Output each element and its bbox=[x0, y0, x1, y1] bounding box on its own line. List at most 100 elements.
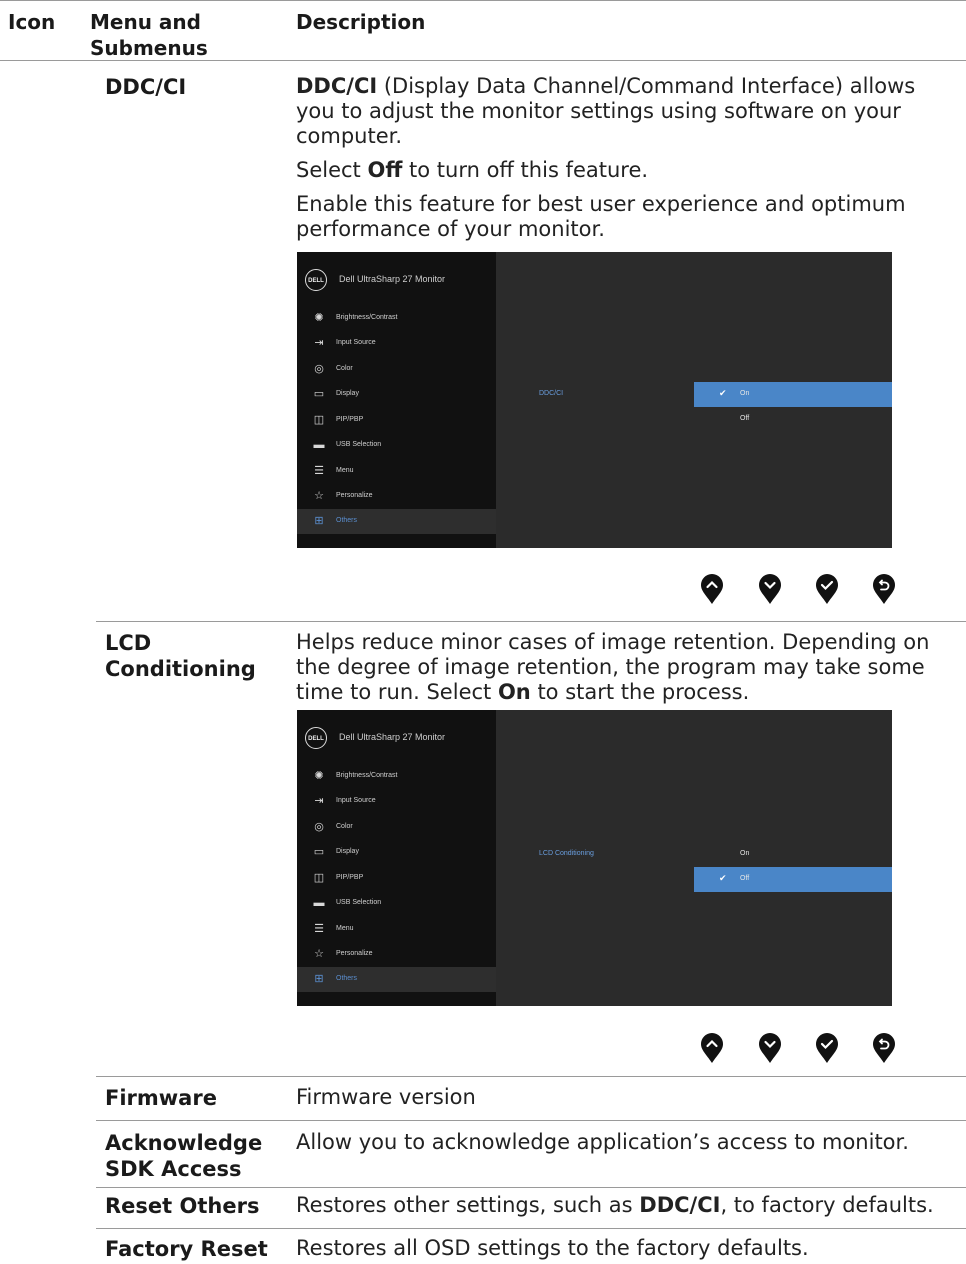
table-header: Icon Menu and Submenus Description bbox=[0, 0, 966, 60]
osd-menu-item: ☆ Personalize bbox=[297, 484, 496, 509]
down-icon bbox=[759, 574, 781, 604]
header-divider bbox=[0, 60, 966, 61]
row-divider bbox=[96, 1187, 966, 1188]
check-icon: ✔ bbox=[719, 388, 727, 398]
osd-menu-item: ☰ Menu bbox=[297, 459, 496, 484]
input-icon: ⇥ bbox=[314, 337, 324, 349]
back-button bbox=[872, 1032, 896, 1064]
check-icon bbox=[816, 574, 838, 604]
check-icon: ✔ bbox=[719, 873, 727, 883]
osd-menu-item: ▭ Display bbox=[313, 846, 359, 858]
down-button bbox=[758, 573, 782, 605]
lcd-p1-bold: On bbox=[497, 680, 531, 704]
up-button bbox=[700, 573, 724, 605]
menu-icon: ☰ bbox=[314, 923, 324, 935]
palette-icon: ◎ bbox=[314, 363, 324, 375]
lcd-osd-screenshot: DELL Dell UltraSharp 27 Monitor ✺ Brightn… bbox=[297, 710, 892, 1006]
osd-option-on: ✔ On bbox=[694, 382, 892, 407]
firmware-name: Firmware bbox=[105, 1086, 217, 1110]
pip-icon: ◫ bbox=[313, 414, 325, 426]
ok-button bbox=[815, 573, 839, 605]
display-icon: ▭ bbox=[313, 388, 325, 400]
lcd-name: LCD Conditioning bbox=[105, 631, 256, 681]
sdk-desc: Allow you to acknowledge application’s a… bbox=[296, 1130, 909, 1154]
up-icon bbox=[701, 1033, 723, 1063]
ok-button bbox=[815, 1032, 839, 1064]
others-icon: ⊞ bbox=[314, 973, 324, 985]
osd-menu-item-selected: ⊞ Others bbox=[297, 967, 496, 992]
dell-logo: DELL bbox=[305, 269, 327, 291]
osd-submenu-label: LCD Conditioning bbox=[539, 850, 594, 857]
display-icon: ▭ bbox=[313, 846, 325, 858]
others-icon: ⊞ bbox=[314, 515, 324, 527]
osd-menu-item: ▭ Display bbox=[313, 388, 359, 400]
up-icon bbox=[701, 574, 723, 604]
header-description: Description bbox=[296, 10, 426, 34]
osd-option-off: Off bbox=[740, 415, 750, 422]
osd-menu-item: ⇥ Input Source bbox=[297, 789, 496, 814]
usb-icon: ▬ bbox=[313, 897, 325, 909]
row-divider bbox=[96, 1120, 966, 1121]
nav-buttons bbox=[700, 573, 900, 605]
ddc-p3: Enable this feature for best user experi… bbox=[296, 192, 906, 241]
up-button bbox=[700, 1032, 724, 1064]
section-divider bbox=[96, 621, 966, 622]
osd-menu-panel: DELL Dell UltraSharp 27 Monitor ✺ Brightn… bbox=[297, 710, 496, 1006]
section-divider bbox=[96, 1076, 966, 1077]
down-icon bbox=[759, 1033, 781, 1063]
star-icon: ☆ bbox=[314, 948, 324, 960]
menu-icon: ☰ bbox=[314, 465, 324, 477]
lcd-description: Helps reduce minor cases of image retent… bbox=[296, 630, 956, 714]
osd-menu-item: ◫ PIP/PBP bbox=[313, 414, 364, 426]
header-icon: Icon bbox=[8, 10, 56, 34]
firmware-desc: Firmware version bbox=[296, 1085, 476, 1109]
ddc-p1-rest: (Display Data Channel/Command Interface)… bbox=[296, 74, 916, 148]
osd-menu-item: ◎ Color bbox=[297, 357, 496, 382]
ddc-p2-bold: Off bbox=[367, 158, 403, 182]
palette-icon: ◎ bbox=[314, 821, 324, 833]
factory-reset-desc: Restores all OSD settings to the factory… bbox=[296, 1236, 809, 1260]
star-icon: ☆ bbox=[314, 490, 324, 502]
osd-menu-panel: DELL Dell UltraSharp 27 Monitor ✺ Brightn… bbox=[297, 252, 496, 548]
reset-others-desc: Restores other settings, such as DDC/CI,… bbox=[296, 1193, 934, 1217]
ddc-description: DDC/CI (Display Data Channel/Command Int… bbox=[296, 74, 956, 251]
osd-menu-item: ✺ Brightness/Contrast bbox=[297, 764, 496, 789]
header-menu: Menu and Submenus bbox=[90, 10, 208, 60]
ddc-p2-post: to turn off this feature. bbox=[402, 158, 649, 182]
factory-reset-name: Factory Reset bbox=[105, 1237, 268, 1261]
dell-logo: DELL bbox=[305, 727, 327, 749]
input-icon: ⇥ bbox=[314, 795, 324, 807]
pip-icon: ◫ bbox=[313, 872, 325, 884]
back-icon bbox=[873, 1033, 895, 1063]
ddc-p1-bold: DDC/CI bbox=[296, 74, 378, 98]
usb-icon: ▬ bbox=[313, 439, 325, 451]
osd-menu-item-selected: ⊞ Others bbox=[297, 509, 496, 534]
osd-submenu-label: DDC/CI bbox=[539, 390, 564, 397]
osd-title: Dell UltraSharp 27 Monitor bbox=[339, 732, 446, 742]
sdk-name: Acknowledge SDK Access bbox=[105, 1131, 263, 1181]
osd-menu-item: ✺ Brightness/Contrast bbox=[297, 306, 496, 331]
osd-menu-item: ☰ Menu bbox=[297, 917, 496, 942]
osd-menu-item: ⇥ Input Source bbox=[297, 331, 496, 356]
osd-option-off: ✔ Off bbox=[694, 867, 892, 892]
osd-title: Dell UltraSharp 27 Monitor bbox=[339, 274, 446, 284]
nav-buttons bbox=[700, 1032, 900, 1064]
osd-menu-item: ◎ Color bbox=[297, 815, 496, 840]
osd-menu-item: ▬ USB Selection bbox=[313, 439, 382, 451]
row-divider bbox=[96, 1228, 966, 1229]
lcd-p1-post: to start the process. bbox=[530, 680, 750, 704]
sun-icon: ✺ bbox=[314, 312, 324, 324]
osd-menu-item: ◫ PIP/PBP bbox=[313, 872, 364, 884]
ddc-name: DDC/CI bbox=[105, 75, 187, 99]
ddc-osd-screenshot: DELL Dell UltraSharp 27 Monitor ✺ Brightn… bbox=[297, 252, 892, 548]
back-icon bbox=[873, 574, 895, 604]
check-icon bbox=[816, 1033, 838, 1063]
osd-menu-item: ▬ USB Selection bbox=[313, 897, 382, 909]
osd-menu-item: ☆ Personalize bbox=[297, 942, 496, 967]
back-button bbox=[872, 573, 896, 605]
sun-icon: ✺ bbox=[314, 770, 324, 782]
ddc-p2-pre: Select bbox=[296, 158, 368, 182]
reset-others-name: Reset Others bbox=[105, 1194, 260, 1218]
osd-option-on: On bbox=[740, 850, 750, 857]
down-button bbox=[758, 1032, 782, 1064]
